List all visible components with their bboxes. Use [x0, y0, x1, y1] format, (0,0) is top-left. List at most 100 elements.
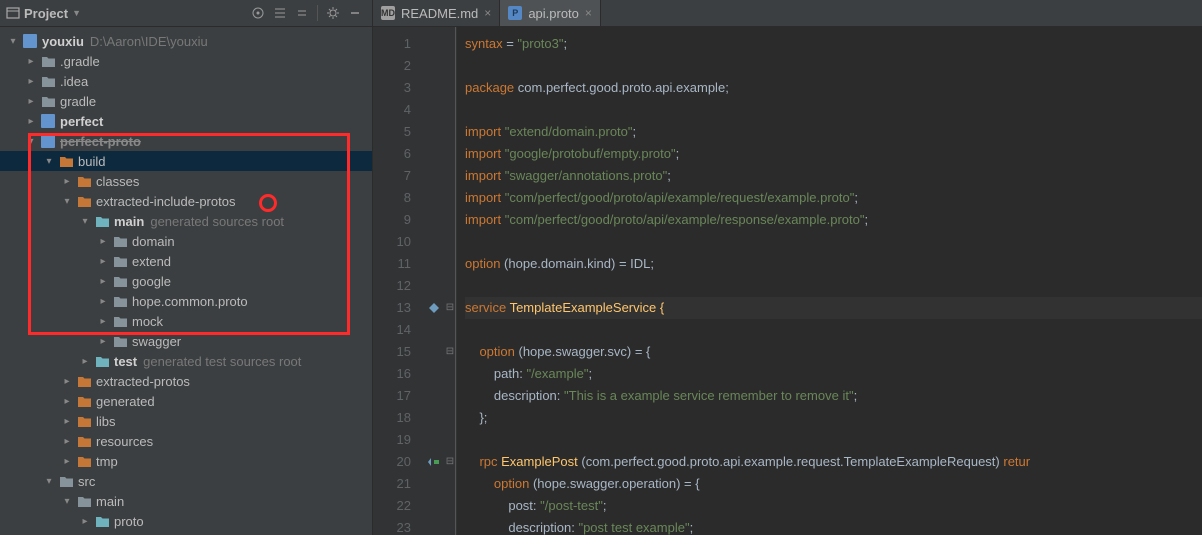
- chevron-right-icon[interactable]: ▸: [96, 236, 110, 247]
- tree-item-libs[interactable]: ▸libs: [0, 411, 372, 431]
- code-line[interactable]: import "com/perfect/good/proto/api/examp…: [465, 209, 1202, 231]
- code-line[interactable]: [465, 55, 1202, 77]
- tab-README-md[interactable]: MDREADME.md×: [373, 0, 500, 26]
- chevron-right-icon[interactable]: ▸: [96, 276, 110, 287]
- dropdown-icon: ▼: [72, 8, 81, 18]
- chevron-right-icon[interactable]: ▸: [60, 176, 74, 187]
- tree-item-domain[interactable]: ▸domain: [0, 231, 372, 251]
- gear-icon[interactable]: [322, 2, 344, 24]
- code-line[interactable]: service TemplateExampleService {: [465, 297, 1202, 319]
- tree-item-google[interactable]: ▸google: [0, 271, 372, 291]
- code-line[interactable]: import "swagger/annotations.proto";: [465, 165, 1202, 187]
- code-line[interactable]: [465, 275, 1202, 297]
- code-line[interactable]: post: "/post-test";: [465, 495, 1202, 517]
- chevron-right-icon[interactable]: ▸: [60, 436, 74, 447]
- tree-item-mock[interactable]: ▸mock: [0, 311, 372, 331]
- code-line[interactable]: rpc ExamplePost (com.perfect.good.proto.…: [465, 451, 1202, 473]
- code-line[interactable]: description: "post test example";: [465, 517, 1202, 535]
- code-line[interactable]: path: "/example";: [465, 363, 1202, 385]
- tree-item-label: youxiu: [42, 34, 84, 49]
- chevron-down-icon[interactable]: ▾: [42, 156, 56, 167]
- chevron-down-icon[interactable]: ▾: [42, 476, 56, 487]
- code-line[interactable]: [465, 231, 1202, 253]
- chevron-right-icon[interactable]: ▸: [60, 376, 74, 387]
- collapse-all-icon[interactable]: [291, 2, 313, 24]
- tree-item-main[interactable]: ▾maingenerated sources root: [0, 211, 372, 231]
- line-number: 4: [373, 99, 421, 121]
- tree-item-classes[interactable]: ▸classes: [0, 171, 372, 191]
- code-line[interactable]: package com.perfect.good.proto.api.examp…: [465, 77, 1202, 99]
- tree-item-extend[interactable]: ▸extend: [0, 251, 372, 271]
- chevron-right-icon[interactable]: ▸: [96, 316, 110, 327]
- chevron-right-icon[interactable]: ▸: [24, 96, 38, 107]
- tree-item-label: test: [114, 354, 137, 369]
- sidebar-title[interactable]: Project ▼: [6, 6, 81, 21]
- tree-item-proto[interactable]: ▸proto: [0, 511, 372, 531]
- tree-item-extracted-protos[interactable]: ▸extracted-protos: [0, 371, 372, 391]
- gutter-icon: [425, 473, 443, 495]
- tree-item-resources[interactable]: ▸resources: [0, 431, 372, 451]
- tree-item-generated[interactable]: ▸ generated: [0, 391, 372, 411]
- chevron-right-icon[interactable]: ▸: [96, 256, 110, 267]
- code-line[interactable]: [465, 319, 1202, 341]
- chevron-down-icon[interactable]: ▾: [60, 196, 74, 207]
- tree-item-label: perfect: [60, 114, 103, 129]
- chevron-right-icon[interactable]: ▸: [60, 396, 74, 407]
- chevron-down-icon[interactable]: ▾: [78, 216, 92, 227]
- tree-item-perfect[interactable]: ▸ perfect: [0, 111, 372, 131]
- code-line[interactable]: option (hope.swagger.operation) = {: [465, 473, 1202, 495]
- gutter-icon: [425, 165, 443, 187]
- gutter-icons: [425, 27, 443, 535]
- expand-all-icon[interactable]: [269, 2, 291, 24]
- folder-icon: [76, 393, 92, 409]
- tree-item-test[interactable]: ▸testgenerated test sources root: [0, 351, 372, 371]
- chevron-right-icon[interactable]: ▸: [96, 296, 110, 307]
- gutter-icon: [425, 231, 443, 253]
- code-line[interactable]: [465, 429, 1202, 451]
- close-icon[interactable]: ×: [585, 6, 592, 20]
- chevron-down-icon[interactable]: ▾: [6, 36, 20, 47]
- tree-item-label: generated: [96, 394, 155, 409]
- code-line[interactable]: description: "This is a example service …: [465, 385, 1202, 407]
- code-editor[interactable]: 1234567891011121314151617181920212223 ⊟⊟…: [373, 27, 1202, 535]
- code-line[interactable]: import "google/protobuf/empty.proto";: [465, 143, 1202, 165]
- tree-item-build[interactable]: ▾build: [0, 151, 372, 171]
- tree-item-extracted-include-protos[interactable]: ▾extracted-include-protos: [0, 191, 372, 211]
- tree-item-swagger[interactable]: ▸swagger: [0, 331, 372, 351]
- chevron-right-icon[interactable]: ▸: [78, 516, 92, 527]
- code-content[interactable]: syntax = "proto3"; package com.perfect.go…: [457, 27, 1202, 535]
- code-line[interactable]: [465, 99, 1202, 121]
- tree-item-gradle[interactable]: ▸gradle: [0, 91, 372, 111]
- tree-item--idea[interactable]: ▸.idea: [0, 71, 372, 91]
- tree-item-youxiu[interactable]: ▾youxiuD:\Aaron\IDE\youxiu: [0, 31, 372, 51]
- tree-item-main[interactable]: ▾main: [0, 491, 372, 511]
- line-number: 10: [373, 231, 421, 253]
- code-line[interactable]: import "extend/domain.proto";: [465, 121, 1202, 143]
- code-line[interactable]: import "com/perfect/good/proto/api/examp…: [465, 187, 1202, 209]
- code-line[interactable]: option (hope.domain.kind) = IDL;: [465, 253, 1202, 275]
- chevron-down-icon[interactable]: ▾: [60, 496, 74, 507]
- chevron-right-icon[interactable]: ▸: [24, 76, 38, 87]
- project-tree[interactable]: ▾youxiuD:\Aaron\IDE\youxiu▸.gradle▸.idea…: [0, 27, 372, 535]
- chevron-right-icon[interactable]: ▸: [78, 356, 92, 367]
- tree-item-tmp[interactable]: ▸tmp: [0, 451, 372, 471]
- code-line[interactable]: };: [465, 407, 1202, 429]
- code-line[interactable]: option (hope.swagger.svc) = {: [465, 341, 1202, 363]
- code-line[interactable]: syntax = "proto3";: [465, 33, 1202, 55]
- tree-item--gradle[interactable]: ▸.gradle: [0, 51, 372, 71]
- close-icon[interactable]: ×: [484, 6, 491, 20]
- chevron-down-icon[interactable]: ▾: [24, 136, 38, 147]
- minimize-icon[interactable]: [344, 2, 366, 24]
- tree-item-src[interactable]: ▾src: [0, 471, 372, 491]
- line-number: 13: [373, 297, 421, 319]
- locate-icon[interactable]: [247, 2, 269, 24]
- chevron-right-icon[interactable]: ▸: [96, 336, 110, 347]
- chevron-right-icon[interactable]: ▸: [60, 416, 74, 427]
- tab-api-proto[interactable]: Papi.proto×: [500, 0, 601, 26]
- chevron-right-icon[interactable]: ▸: [24, 56, 38, 67]
- chevron-right-icon[interactable]: ▸: [24, 116, 38, 127]
- tree-item-hope-common-proto[interactable]: ▸hope.common.proto: [0, 291, 372, 311]
- chevron-right-icon[interactable]: ▸: [60, 456, 74, 467]
- tree-item-perfect-proto[interactable]: ▾perfect-proto: [0, 131, 372, 151]
- gutter-icon: [425, 495, 443, 517]
